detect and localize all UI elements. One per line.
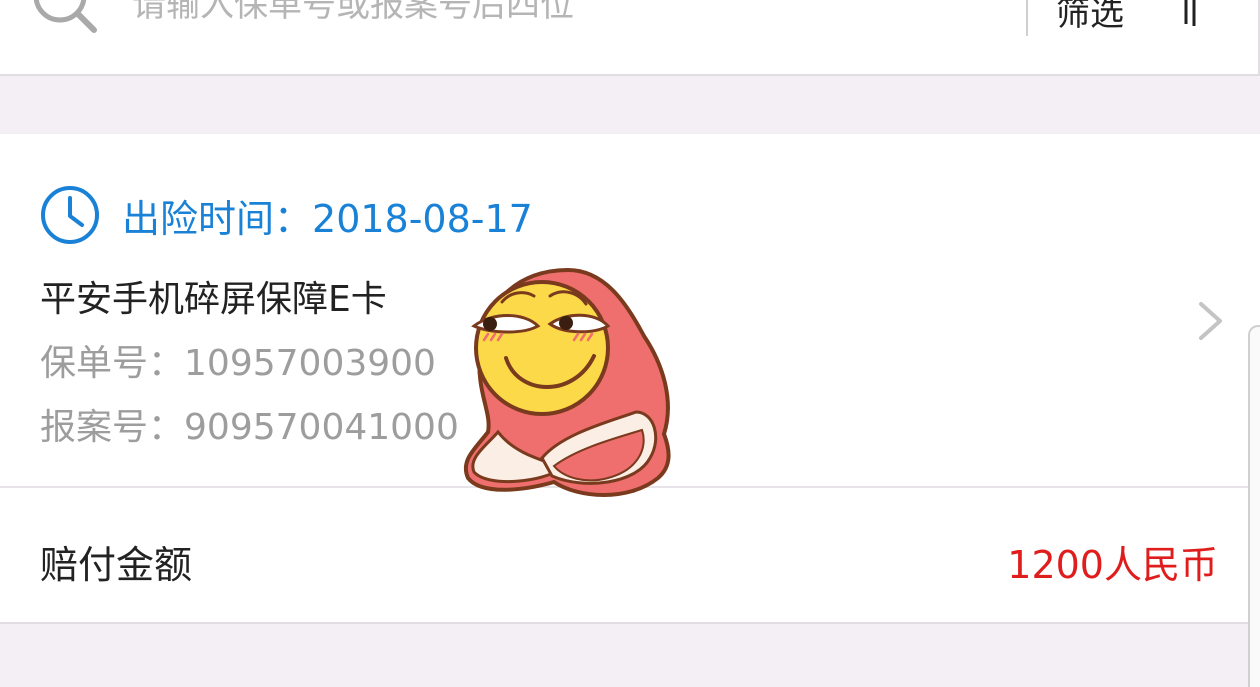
report-number-row: 报案号：909570041000 [40,398,459,450]
incident-time-value: 2018-08-17 [312,196,533,241]
scroll-edge [1248,325,1260,687]
payout-amount: 1200人民币 [1007,543,1218,587]
report-number-label: 报案号： [40,407,185,448]
report-number: 909570041000 [184,407,459,448]
emoji-sticker[interactable] [458,262,674,502]
filter-button[interactable]: 筛选 [1056,0,1124,35]
chevron-right-icon[interactable] [1196,300,1226,342]
product-name: 平安手机碎屏保障E卡 [40,279,387,320]
policy-number-row: 保单号：10957003900 [40,334,436,386]
filter-divider [1026,0,1028,36]
filter-icon[interactable] [1180,0,1200,28]
search-bar: 筛选 [0,0,1260,76]
incident-time-row: 出险时间：2018-08-17 [40,184,533,246]
policy-number: 10957003900 [184,343,436,384]
search-icon[interactable] [30,0,100,38]
search-input[interactable] [132,0,992,30]
incident-time: 出险时间：2018-08-17 [122,188,533,243]
clock-icon [41,186,99,244]
policy-number-label: 保单号： [40,343,185,384]
incident-time-label: 出险时间： [122,196,313,241]
payout-label: 赔付金额 [40,543,193,587]
